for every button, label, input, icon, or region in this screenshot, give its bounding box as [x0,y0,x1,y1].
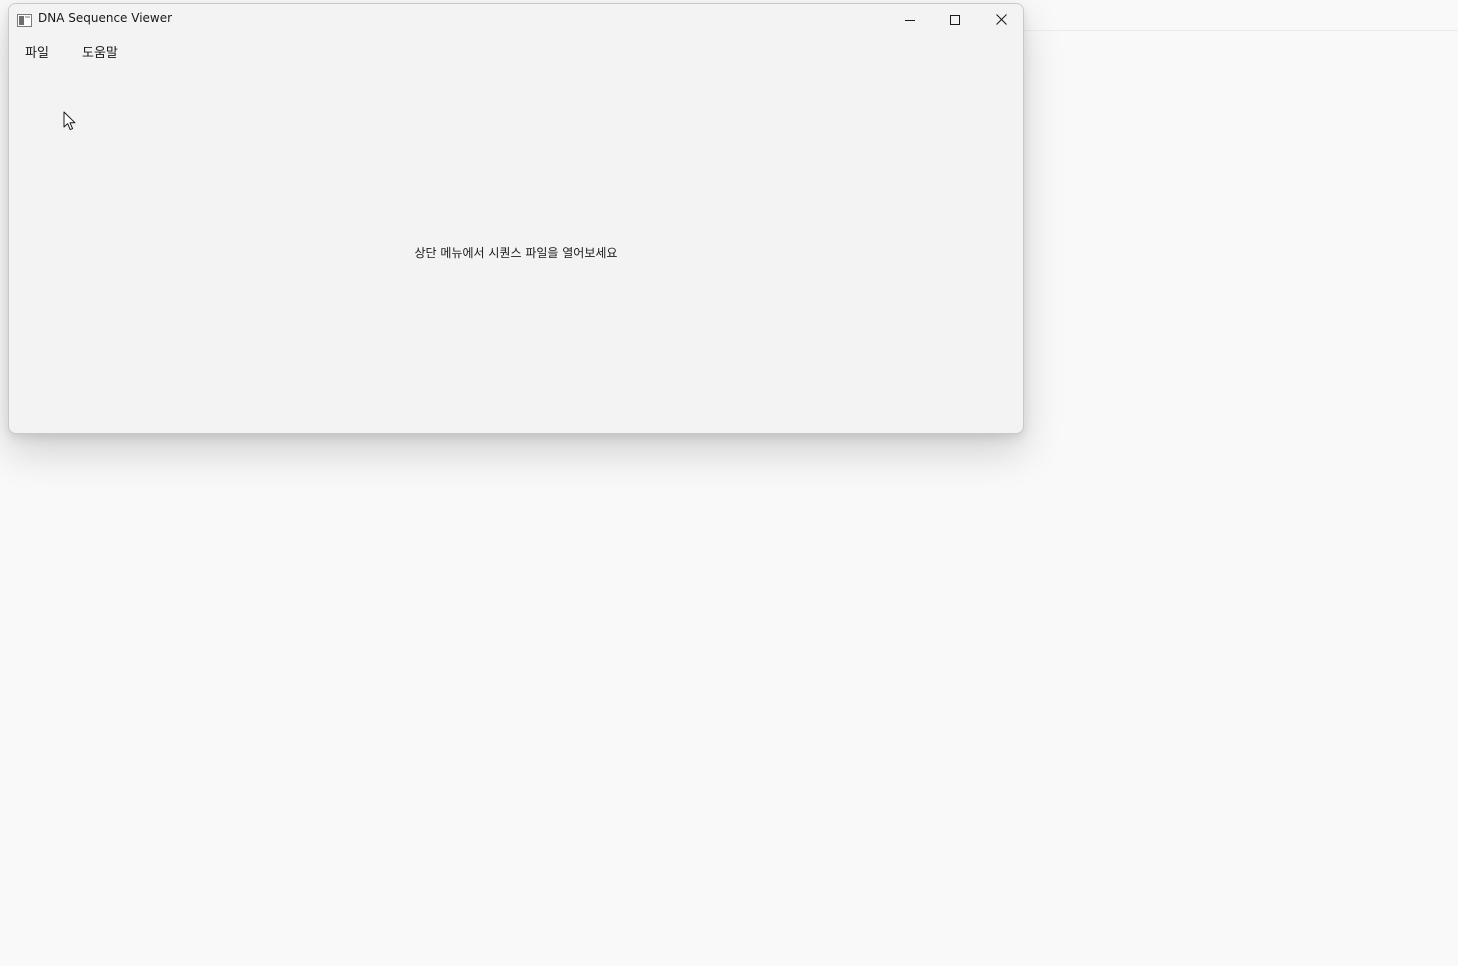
minimize-icon [905,10,915,29]
empty-state-message: 상단 메뉴에서 시퀀스 파일을 열어보세요 [414,246,618,260]
title-bar[interactable]: DNA Sequence Viewer [9,4,1023,34]
window-title: DNA Sequence Viewer [38,11,173,25]
app-window: DNA Sequence Viewer 파일 도움말 상단 메뉴에서 시퀀스 파… [8,3,1024,434]
desktop-background: DNA Sequence Viewer 파일 도움말 상단 메뉴에서 시퀀스 파… [0,0,1458,966]
menu-file[interactable]: 파일 [25,42,49,61]
mouse-pointer-icon [63,111,77,132]
minimize-button[interactable] [887,4,933,34]
menu-help[interactable]: 도움말 [82,42,118,61]
close-button[interactable] [978,4,1023,34]
desktop-divider [1024,30,1458,31]
close-icon [995,10,1007,29]
app-window-icon [17,12,32,27]
menu-bar: 파일 도움말 [9,34,1023,66]
main-content-area: 상단 메뉴에서 시퀀스 파일을 열어보세요 [9,66,1023,433]
maximize-icon [950,10,960,29]
maximize-button[interactable] [932,4,978,34]
